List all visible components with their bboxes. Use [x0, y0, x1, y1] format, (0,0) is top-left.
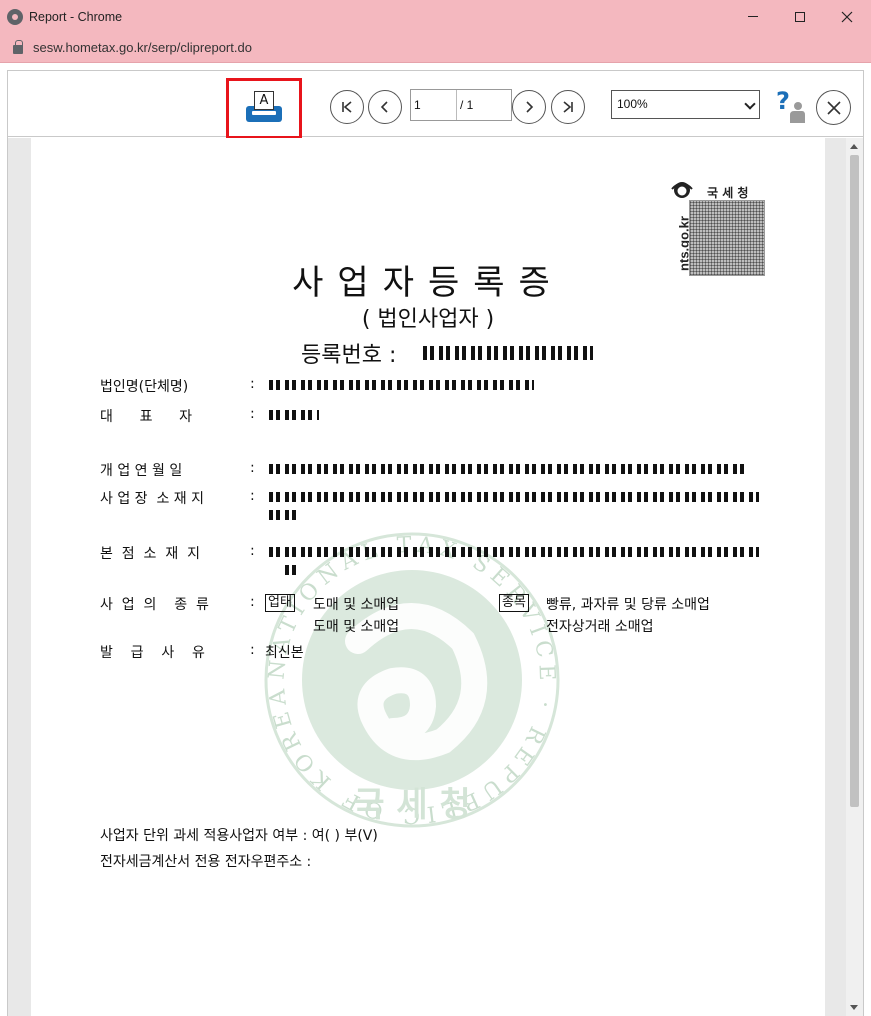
window-close-button[interactable] — [824, 0, 870, 33]
document-subtitle: ( 법인사업자 ) — [361, 307, 495, 332]
next-page-button[interactable] — [512, 90, 546, 124]
scrollbar-thumb[interactable] — [850, 155, 859, 807]
business-type-label: 사 업 의 종 류 — [100, 597, 209, 613]
maximize-button[interactable] — [777, 0, 823, 33]
corp-name-label: 법인명(단체명) — [100, 379, 189, 395]
registration-number-label: 등록번호 : — [301, 343, 397, 368]
business-item-badge: 종목 — [499, 594, 529, 612]
current-page-input[interactable]: 1 — [411, 90, 457, 120]
chrome-icon — [7, 8, 23, 25]
report-viewer: A 1 / 1 100% ? NATIONA T SERVICE · REPUB… — [7, 70, 864, 1016]
redacted-registration-number — [423, 346, 593, 360]
business-location-label: 사 업 장 소 재 지 — [100, 491, 204, 507]
last-page-icon — [563, 101, 573, 113]
close-icon — [826, 100, 841, 115]
redacted-business-location — [269, 492, 759, 502]
url-text: sesw.hometax.go.kr/serp/clipreport.do — [33, 40, 252, 55]
zoom-value: 100% — [617, 97, 648, 111]
document-page: NATIONAL TAX SERVICE · REPUBLIC OF KOREA… — [31, 138, 825, 1016]
total-pages-label: / 1 — [460, 98, 474, 112]
field-colon: : — [250, 642, 255, 658]
business-type-value-1: 도매 및 소매업 — [313, 597, 400, 613]
minimize-button[interactable] — [730, 0, 776, 33]
redacted-head-office — [269, 547, 759, 557]
representative-label: 대 표 자 — [100, 409, 193, 425]
chevron-down-icon — [744, 98, 756, 110]
business-type-badge: 업태 — [265, 594, 295, 612]
printer-paper-glyph: A — [254, 90, 274, 110]
chevron-right-icon — [526, 101, 534, 113]
nts-title: 국 세 청 — [707, 186, 749, 200]
vertical-scrollbar[interactable] — [846, 138, 863, 1016]
field-colon: : — [250, 376, 255, 392]
redacted-open-date — [269, 464, 749, 474]
close-icon — [841, 11, 853, 22]
head-office-label: 본 점 소 재 지 — [100, 546, 201, 562]
help-button[interactable]: ? — [774, 87, 810, 127]
field-colon: : — [250, 406, 255, 422]
redacted-business-location-2 — [269, 510, 299, 520]
first-page-icon — [342, 101, 352, 113]
redacted-corp-name — [269, 380, 534, 390]
open-date-label: 개 업 연 월 일 — [100, 463, 183, 479]
issue-reason-label: 발 급 사 유 — [100, 645, 205, 661]
field-colon: : — [250, 460, 255, 476]
lock-icon — [13, 40, 23, 54]
scroll-up-arrow-icon[interactable] — [850, 144, 858, 149]
e-invoice-email-line: 전자세금계산서 전용 전자우편주소 : — [100, 854, 312, 870]
document-area[interactable]: NATIONAL TAX SERVICE · REPUBLIC OF KOREA… — [8, 138, 863, 1016]
scroll-down-arrow-icon[interactable] — [850, 1005, 858, 1010]
field-colon: : — [250, 594, 255, 610]
window-titlebar: Report - Chrome — [0, 0, 871, 33]
first-page-button[interactable] — [330, 90, 364, 124]
redacted-representative — [269, 410, 319, 420]
previous-page-button[interactable] — [368, 90, 402, 124]
business-type-value-2: 도매 및 소매업 — [313, 619, 400, 635]
viewer-toolbar: A 1 / 1 100% ? — [8, 71, 863, 139]
zoom-select[interactable]: 100% — [611, 90, 760, 119]
printer-icon: A — [244, 89, 284, 129]
seal-center-text: 국 세 청 — [353, 785, 471, 825]
unit-tax-line: 사업자 단위 과세 적용사업자 여부 : 여( ) 부(V) — [100, 828, 378, 844]
print-button[interactable]: A — [226, 78, 302, 139]
document-title: 사업자등록증 — [292, 263, 564, 303]
business-item-value-1: 빵류, 과자류 및 당류 소매업 — [546, 597, 710, 613]
maximize-icon — [795, 11, 805, 22]
redacted-head-office-2 — [285, 565, 299, 575]
nts-seal-watermark: NATIONAL TAX SERVICE · REPUBLIC OF KOREA… — [264, 532, 560, 828]
chevron-left-icon — [380, 101, 388, 113]
business-item-value-2: 전자상거래 소매업 — [546, 619, 654, 635]
minimize-icon — [748, 16, 758, 17]
window-title: Report - Chrome — [29, 9, 123, 24]
field-colon: : — [250, 488, 255, 504]
issue-reason-value: 최신본 — [265, 645, 304, 661]
person-icon — [790, 102, 805, 123]
viewer-close-button[interactable] — [816, 90, 851, 125]
field-colon: : — [250, 543, 255, 559]
page-number-field[interactable]: 1 / 1 — [410, 89, 512, 121]
address-bar[interactable]: sesw.hometax.go.kr/serp/clipreport.do — [0, 33, 871, 63]
last-page-button[interactable] — [551, 90, 585, 124]
nts-agency-icon — [671, 182, 693, 198]
